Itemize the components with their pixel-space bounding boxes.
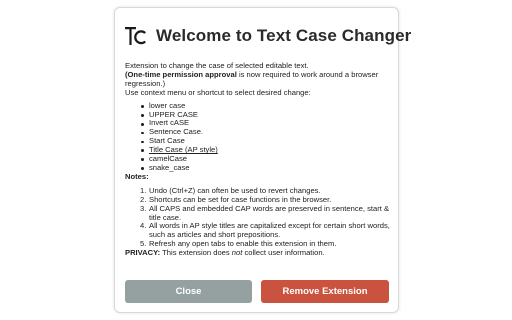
page-title: Welcome to Text Case Changer (156, 26, 412, 45)
list-item: snake_case (140, 163, 393, 173)
note-number: 4. (140, 221, 147, 231)
permission-bold: (One-time permission approval (125, 69, 237, 79)
privacy-text-post: collect user information. (242, 248, 325, 258)
dialog-body: Extension to change the case of selected… (125, 61, 393, 258)
privacy-emphasis: not (231, 248, 243, 258)
note-text: All words in AP style titles are capital… (149, 221, 390, 240)
usage-instruction: Use context menu or shortcut to select d… (125, 87, 311, 97)
privacy-text-pre: This extension does (160, 248, 232, 258)
note-text: Undo (Ctrl+Z) can often be used to rever… (149, 185, 321, 195)
text-case-changer-logo-icon (125, 27, 146, 45)
note-text: Refresh any open tabs to enable this ext… (149, 239, 337, 249)
note-text: Shortcuts can be set for case functions … (149, 194, 332, 204)
title-case-ap-style-link[interactable]: Title Case (AP style) (149, 145, 218, 154)
note-text: All CAPS and embedded CAP words are pres… (149, 203, 390, 222)
close-button[interactable]: Close (125, 280, 252, 303)
welcome-dialog: Welcome to Text Case Changer Extension t… (114, 7, 411, 313)
permission-notice: (One-time permission approval is now req… (125, 69, 393, 89)
notes-list: 1. Undo (Ctrl+Z) can often be used to rev… (140, 185, 393, 249)
note-number: 5. (140, 239, 147, 249)
dialog-header: Welcome to Text Case Changer (124, 24, 411, 48)
case-options-list: lower case UPPER CASE Invert cASE Senten… (140, 101, 393, 173)
list-item: 3. All CAPS and embedded CAP words are pr… (140, 203, 393, 223)
list-item: 4. All words in AP style titles are capit… (140, 221, 393, 240)
remove-extension-button[interactable]: Remove Extension (261, 280, 389, 303)
notes-heading: Notes: (125, 171, 149, 181)
list-item: 5. Refresh any open tabs to enable this e… (140, 239, 393, 249)
note-number: 3. (140, 203, 147, 213)
privacy-statement: PRIVACY: This extension does not collect… (125, 248, 393, 258)
privacy-label: PRIVACY: (125, 248, 161, 258)
